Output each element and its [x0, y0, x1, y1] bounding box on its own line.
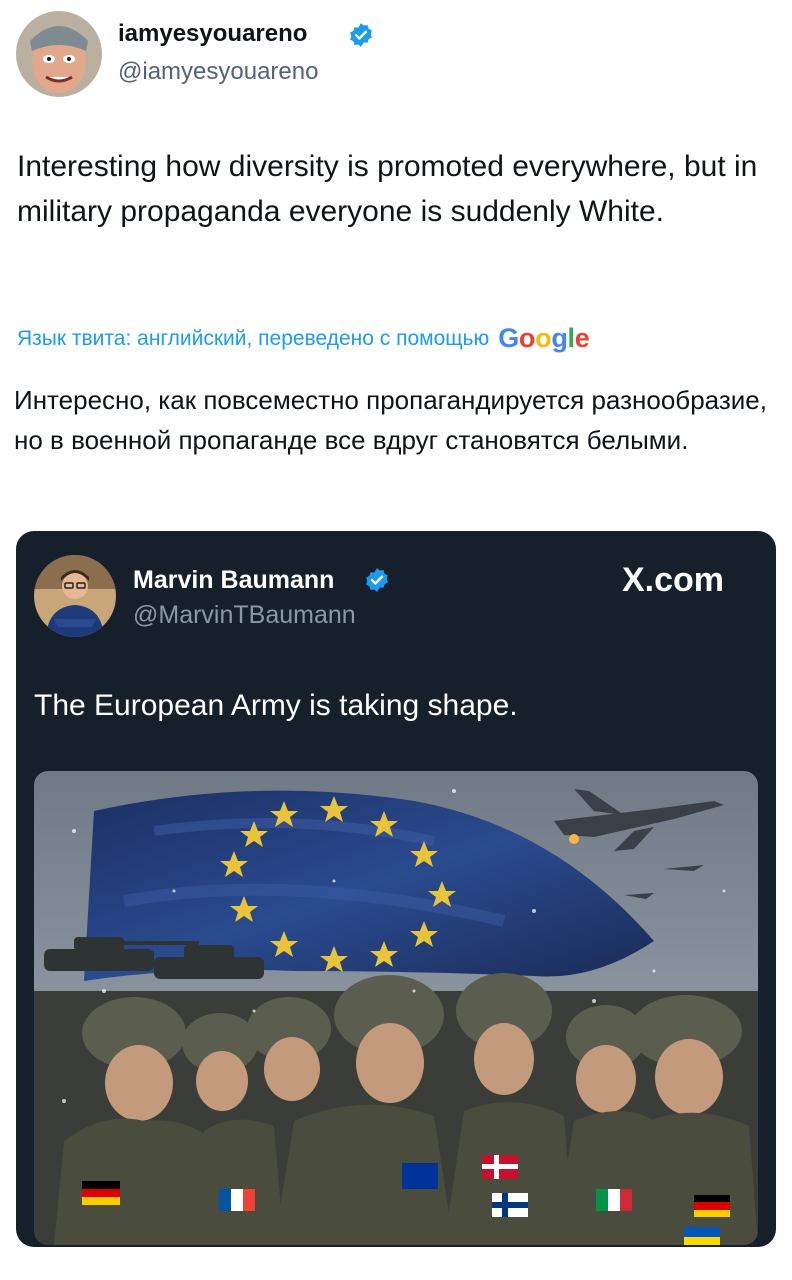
verified-badge-icon: [348, 22, 374, 48]
cartoon-avatar-image: [16, 11, 102, 97]
translation-note-label: Язык твита: английский, переведено с пом…: [17, 326, 490, 350]
display-name[interactable]: iamyesyouareno: [118, 20, 307, 48]
person-photo-avatar: [34, 555, 116, 637]
quoted-text: The European Army is taking shape.: [34, 689, 518, 722]
embedded-post-card[interactable]: Marvin Baumann @MarvinTBaumann X.com The…: [16, 531, 776, 1247]
soldiers-illustration: [34, 771, 758, 1245]
x-com-watermark: X.com: [622, 561, 725, 599]
quoted-avatar[interactable]: [34, 555, 116, 637]
quoted-display-name[interactable]: Marvin Baumann: [133, 566, 334, 595]
verified-badge-icon: [364, 567, 390, 593]
tweet-text: Interesting how diversity is promoted ev…: [17, 150, 758, 228]
translated-text: Интересно, как повсеместно пропагандируе…: [14, 385, 767, 455]
user-handle[interactable]: @iamyesyouareno: [118, 58, 318, 86]
translation-note[interactable]: Язык твита: английский, переведено с пом…: [17, 323, 590, 354]
soldiers-with-eu-flag-image[interactable]: [34, 771, 758, 1245]
avatar[interactable]: [16, 11, 102, 97]
quoted-handle[interactable]: @MarvinTBaumann: [133, 601, 356, 630]
google-logo: Google: [498, 323, 590, 354]
google-wordmark: Google: [498, 323, 590, 353]
